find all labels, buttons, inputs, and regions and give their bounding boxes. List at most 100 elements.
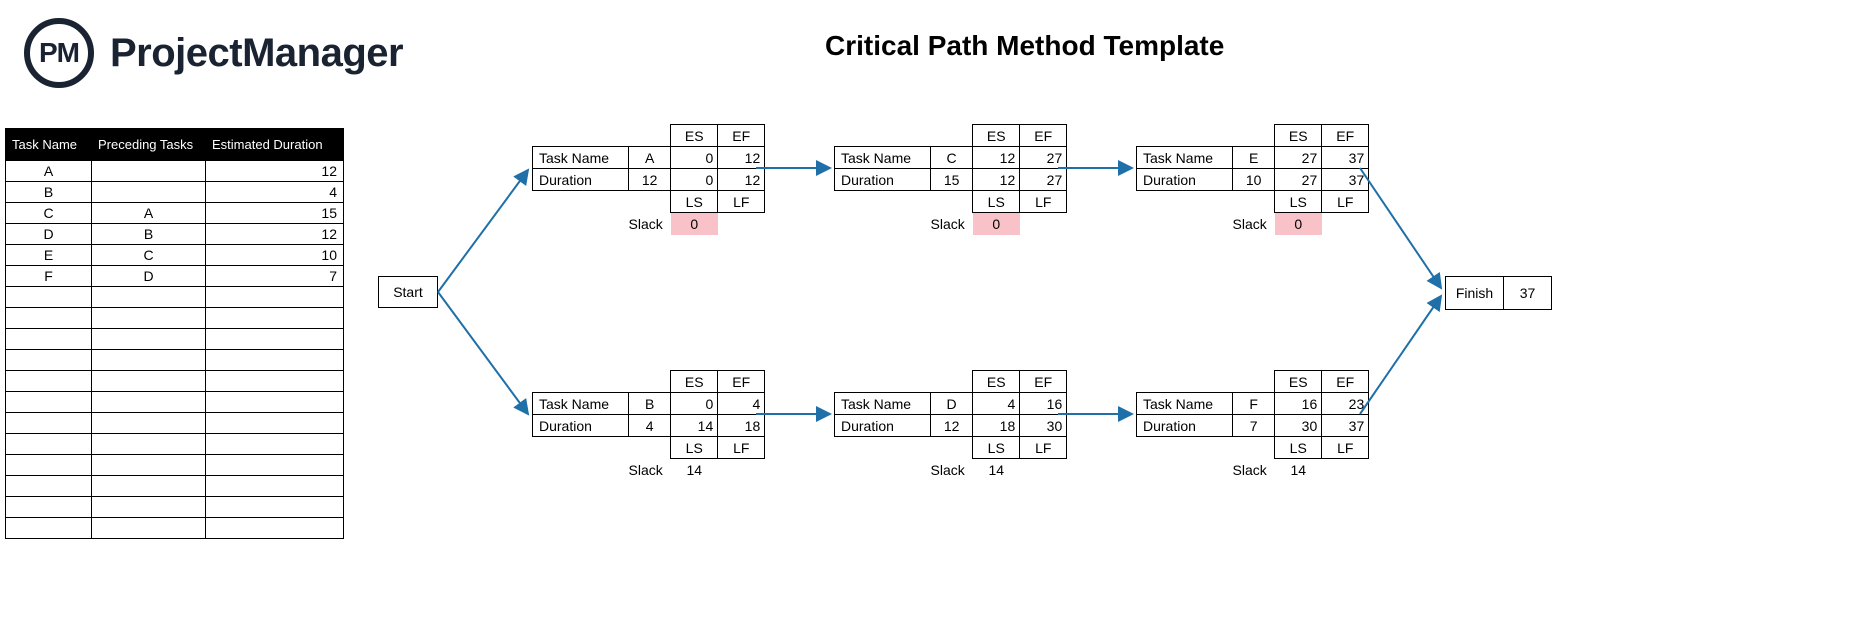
lf-value: 30	[1020, 415, 1067, 437]
task-name-label: Task Name	[1137, 393, 1233, 415]
table-row: B4	[6, 182, 344, 203]
ef-value: 16	[1020, 393, 1067, 415]
ls-value: 14	[671, 415, 718, 437]
slack-value: 0	[1275, 213, 1322, 235]
task-id: A	[629, 147, 671, 169]
duration-label: Duration	[533, 415, 629, 437]
slack-label: Slack	[629, 459, 671, 481]
slack-label: Slack	[1233, 213, 1275, 235]
lf-header: LF	[1322, 191, 1369, 213]
lf-value: 18	[718, 415, 765, 437]
task-node-a: ES EF Task Name A 0 12 Duration 12 0 12 …	[532, 124, 765, 235]
task-node-e: ES EF Task Name E 27 37 Duration 10 27 3…	[1136, 124, 1369, 235]
table-row	[6, 287, 344, 308]
pm-logo-icon: PM	[24, 18, 94, 88]
duration-value: 12	[931, 415, 973, 437]
table-row	[6, 392, 344, 413]
finish-value: 37	[1504, 277, 1551, 309]
lf-value: 27	[1020, 169, 1067, 191]
slack-value: 14	[973, 459, 1020, 481]
task-id: D	[931, 393, 973, 415]
ls-value: 0	[671, 169, 718, 191]
task-node-f: ES EF Task Name F 16 23 Duration 7 30 37…	[1136, 370, 1369, 481]
es-header: ES	[671, 125, 718, 147]
es-value: 0	[671, 393, 718, 415]
ef-value: 37	[1322, 147, 1369, 169]
ef-header: EF	[718, 125, 765, 147]
ef-header: EF	[1020, 125, 1067, 147]
table-row: FD7	[6, 266, 344, 287]
duration-label: Duration	[835, 169, 931, 191]
ls-header: LS	[973, 191, 1020, 213]
table-row: A12	[6, 161, 344, 182]
task-node-c: ES EF Task Name C 12 27 Duration 15 12 2…	[834, 124, 1067, 235]
slack-value: 0	[671, 213, 718, 235]
duration-label: Duration	[1137, 415, 1233, 437]
col-task-name: Task Name	[6, 129, 92, 161]
table-row: CA15	[6, 203, 344, 224]
ls-value: 18	[973, 415, 1020, 437]
ef-value: 12	[718, 147, 765, 169]
es-value: 12	[973, 147, 1020, 169]
ls-header: LS	[671, 437, 718, 459]
task-id: C	[931, 147, 973, 169]
lf-header: LF	[718, 437, 765, 459]
es-header: ES	[1275, 371, 1322, 393]
table-row	[6, 476, 344, 497]
slack-value: 14	[671, 459, 718, 481]
duration-label: Duration	[1137, 169, 1233, 191]
table-row	[6, 497, 344, 518]
lf-value: 12	[718, 169, 765, 191]
lf-header: LF	[718, 191, 765, 213]
slack-label: Slack	[931, 459, 973, 481]
table-row	[6, 455, 344, 476]
ef-value: 23	[1322, 393, 1369, 415]
es-value: 16	[1275, 393, 1322, 415]
task-name-label: Task Name	[835, 393, 931, 415]
task-node-d: ES EF Task Name D 4 16 Duration 12 18 30…	[834, 370, 1067, 481]
lf-value: 37	[1322, 415, 1369, 437]
ef-header: EF	[1020, 371, 1067, 393]
lf-header: LF	[1322, 437, 1369, 459]
ls-header: LS	[973, 437, 1020, 459]
slack-label: Slack	[629, 213, 671, 235]
table-row	[6, 518, 344, 539]
task-id: B	[629, 393, 671, 415]
es-header: ES	[973, 371, 1020, 393]
es-value: 4	[973, 393, 1020, 415]
ef-header: EF	[1322, 371, 1369, 393]
task-name-label: Task Name	[533, 147, 629, 169]
page-title: Critical Path Method Template	[825, 30, 1224, 62]
slack-value: 14	[1275, 459, 1322, 481]
table-row: EC10	[6, 245, 344, 266]
lf-value: 37	[1322, 169, 1369, 191]
ls-value: 27	[1275, 169, 1322, 191]
task-id: E	[1233, 147, 1275, 169]
task-node-b: ES EF Task Name B 0 4 Duration 4 14 18 L…	[532, 370, 765, 481]
ef-value: 27	[1020, 147, 1067, 169]
ls-value: 30	[1275, 415, 1322, 437]
duration-label: Duration	[533, 169, 629, 191]
finish-label: Finish	[1446, 277, 1504, 309]
duration-value: 10	[1233, 169, 1275, 191]
duration-value: 15	[931, 169, 973, 191]
lf-header: LF	[1020, 437, 1067, 459]
finish-node: Finish 37	[1445, 276, 1552, 310]
table-row	[6, 434, 344, 455]
es-header: ES	[1275, 125, 1322, 147]
table-row	[6, 371, 344, 392]
table-row	[6, 329, 344, 350]
ls-value: 12	[973, 169, 1020, 191]
task-input-table: Task Name Preceding Tasks Estimated Dura…	[5, 128, 344, 539]
ef-header: EF	[718, 371, 765, 393]
slack-label: Slack	[1233, 459, 1275, 481]
es-header: ES	[671, 371, 718, 393]
task-name-label: Task Name	[835, 147, 931, 169]
es-value: 0	[671, 147, 718, 169]
ef-header: EF	[1322, 125, 1369, 147]
task-name-label: Task Name	[533, 393, 629, 415]
start-node: Start	[378, 276, 438, 308]
duration-label: Duration	[835, 415, 931, 437]
table-row	[6, 350, 344, 371]
col-preceding: Preceding Tasks	[92, 129, 206, 161]
